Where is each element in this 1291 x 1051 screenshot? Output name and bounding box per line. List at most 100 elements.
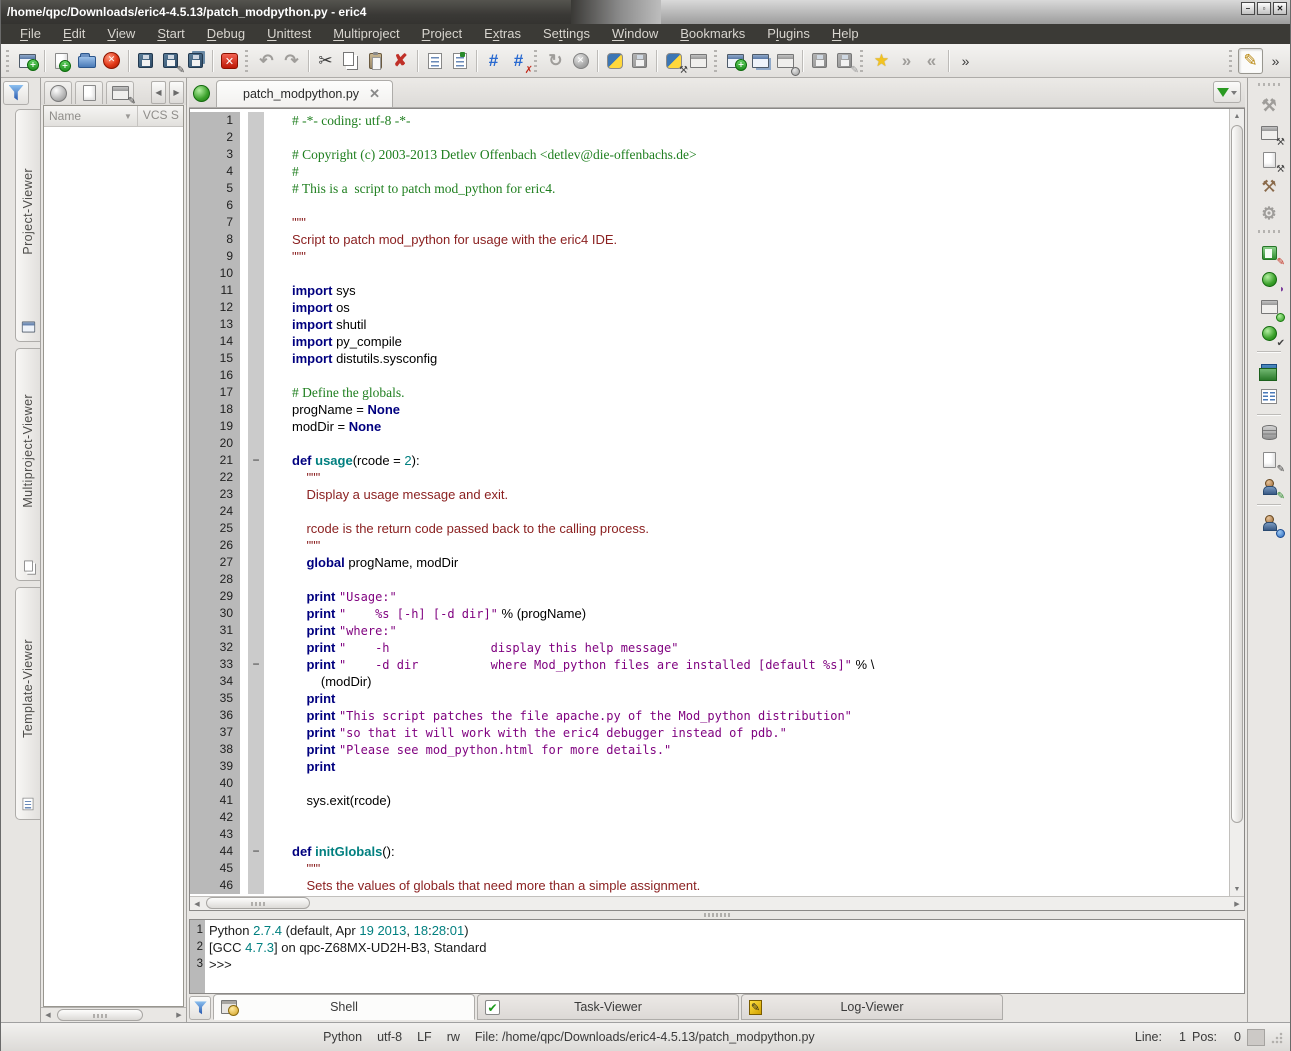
toolbar-handle[interactable] (1229, 50, 1235, 72)
undo-button[interactable]: ↶ (254, 48, 279, 74)
toolbar-handle[interactable] (245, 50, 251, 72)
toolbar-handle[interactable] (860, 50, 866, 72)
close-button[interactable]: ✕ (1273, 2, 1287, 15)
column-vcs-status[interactable]: VCS S (138, 106, 183, 126)
bookmark-toggle-button[interactable]: ★ (869, 48, 894, 74)
editor-vscrollbar[interactable]: ▲ ▼ (1229, 109, 1244, 896)
refresh-button[interactable]: ↻ (543, 48, 568, 74)
hscroll-thumb[interactable] (206, 897, 310, 909)
resize-grip[interactable] (1271, 1031, 1284, 1044)
project-properties-button[interactable] (44, 81, 72, 104)
sql-browser-button[interactable] (1255, 419, 1283, 446)
project-file-list[interactable] (44, 127, 183, 1006)
python-tools-button[interactable]: ⚒ (661, 48, 686, 74)
save-all-button[interactable] (183, 48, 208, 74)
ui-preview-button[interactable] (686, 48, 711, 74)
tab-log-viewer[interactable]: Log-Viewer (741, 994, 1003, 1020)
save-session-button[interactable] (807, 48, 832, 74)
scroll-thumb[interactable] (57, 1009, 143, 1021)
menu-plugins[interactable]: Plugins (756, 24, 821, 44)
wrench-button[interactable]: ⚒ (1255, 92, 1283, 119)
shell-output[interactable]: 1Python 2.7.4 (default, Apr 19 2013, 18:… (205, 920, 1244, 993)
tab-close-icon[interactable]: ✕ (369, 86, 380, 102)
code-editor[interactable]: 1# -*- coding: utf-8 -*-23# Copyright (c… (189, 108, 1245, 911)
minimize-button[interactable]: – (1241, 2, 1255, 15)
icon-editor-button[interactable]: ✎ (1255, 473, 1283, 500)
project-sources-tab[interactable] (75, 81, 103, 104)
new-view-button[interactable] (723, 48, 748, 74)
right-overflow-button[interactable]: » (1263, 48, 1288, 74)
menu-settings[interactable]: Settings (532, 24, 601, 44)
dock-tab-template-viewer[interactable]: Template-Viewer (15, 587, 40, 820)
syntax-check-button[interactable]: #✗ (506, 48, 531, 74)
cut-button[interactable]: ✂ (313, 48, 338, 74)
menu-file[interactable]: File (9, 24, 52, 44)
menu-window[interactable]: Window (601, 24, 669, 44)
dock-tab-multiproject-viewer[interactable]: Multiproject-Viewer (15, 348, 40, 581)
toolbox-button[interactable]: ⚒ (1255, 173, 1283, 200)
sidebar-filter-button[interactable] (3, 81, 29, 105)
goto-line-button[interactable]: # (481, 48, 506, 74)
menu-edit[interactable]: Edit (52, 24, 96, 44)
vscroll-thumb[interactable] (1231, 125, 1243, 823)
close-editor-button[interactable] (217, 48, 242, 74)
close-view-button[interactable] (773, 48, 798, 74)
save-as-button[interactable]: ✎ (158, 48, 183, 74)
toolbar-handle[interactable] (1258, 83, 1280, 89)
scroll-down-arrow-icon[interactable]: ▼ (1230, 882, 1244, 896)
code-area[interactable]: 1# -*- coding: utf-8 -*-23# Copyright (c… (190, 109, 1229, 896)
title-bar[interactable]: /home/qpc/Downloads/eric4-4.5.13/patch_m… (1, 0, 1290, 24)
fold-marker[interactable]: − (248, 843, 264, 860)
save-button[interactable] (133, 48, 158, 74)
uncomment-button[interactable] (447, 48, 472, 74)
column-name[interactable]: Name ▼ (44, 106, 138, 126)
stop-button[interactable] (568, 48, 593, 74)
menu-debug[interactable]: Debug (196, 24, 256, 44)
window-tools-button[interactable]: ⚒ (1255, 119, 1283, 146)
tr-previewer-button[interactable]: ✔ (1255, 320, 1283, 347)
shell-splitter[interactable] (189, 911, 1245, 919)
redo-button[interactable]: ↷ (279, 48, 304, 74)
mini-editor-button[interactable]: ✎ (1255, 446, 1283, 473)
menu-multiproject[interactable]: Multiproject (322, 24, 410, 44)
scroll-right-arrow-icon[interactable]: ▶ (172, 1009, 186, 1022)
fold-marker[interactable]: − (248, 656, 264, 673)
toolbar-overflow-button[interactable]: » (953, 48, 978, 74)
scroll-right-arrow-icon[interactable]: ▶ (1230, 897, 1244, 910)
toolbar-handle[interactable] (534, 50, 540, 72)
dialog-tools-button[interactable]: ⚒ (1255, 146, 1283, 173)
toolbar-handle[interactable] (1258, 230, 1280, 236)
bookmark-next-button[interactable]: » (894, 48, 919, 74)
dock-tab-project-viewer[interactable]: Project-Viewer (15, 109, 40, 342)
compare-files-button[interactable] (1255, 383, 1283, 410)
menu-bookmarks[interactable]: Bookmarks (669, 24, 756, 44)
new-file-button[interactable] (49, 48, 74, 74)
menu-extras[interactable]: Extras (473, 24, 532, 44)
comment-button[interactable] (422, 48, 447, 74)
fold-marker[interactable]: − (248, 452, 264, 469)
scroll-up-arrow-icon[interactable]: ▲ (1230, 109, 1244, 123)
sidebar-hscrollbar[interactable]: ◀ ▶ (41, 1007, 186, 1022)
restore-session-button[interactable]: ✎ (832, 48, 857, 74)
maximize-button[interactable]: ▫ (1257, 2, 1271, 15)
tab-task-viewer[interactable]: Task-Viewer (477, 994, 739, 1020)
web-browser-button[interactable] (1255, 509, 1283, 536)
menu-project[interactable]: Project (411, 24, 473, 44)
preferences-button[interactable]: ⚙ (1255, 200, 1283, 227)
scroll-left-arrow-icon[interactable]: ◀ (190, 897, 204, 910)
tab-shell[interactable]: Shell (213, 994, 475, 1020)
paste-button[interactable] (363, 48, 388, 74)
help-viewer-button[interactable] (1255, 356, 1283, 383)
menu-view[interactable]: View (96, 24, 146, 44)
qt-linguist-button[interactable]: ◗ (1255, 266, 1283, 293)
tab-patch-modpython[interactable]: patch_modpython.py ✕ (216, 80, 393, 107)
scroll-left-button[interactable]: ◀ (151, 81, 166, 104)
delete-button[interactable]: ✘ (388, 48, 413, 74)
toolbar-handle[interactable] (6, 50, 12, 72)
menu-start[interactable]: Start (146, 24, 195, 44)
close-file-button[interactable] (99, 48, 124, 74)
package-button[interactable] (627, 48, 652, 74)
project-forms-tab[interactable]: ✎ (106, 81, 134, 104)
editor-hscrollbar[interactable]: ◀ ▶ (190, 896, 1244, 910)
qt-designer-button[interactable]: ✎ (1255, 239, 1283, 266)
